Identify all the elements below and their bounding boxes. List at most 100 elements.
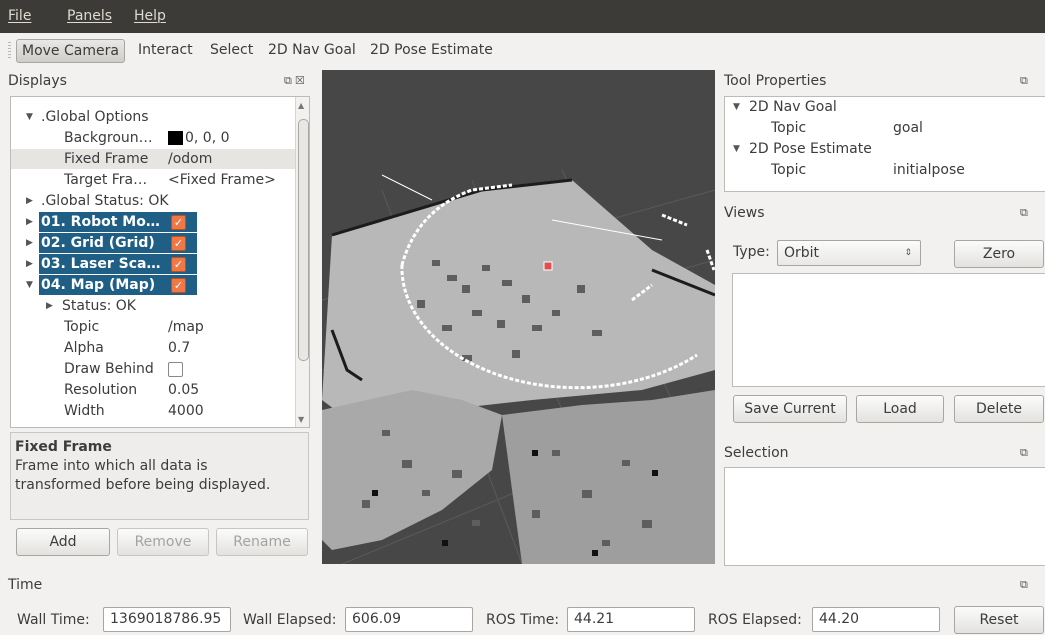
tree-label: 2D Nav Goal xyxy=(749,99,837,115)
tree-map-topic[interactable]: Topic /map xyxy=(11,317,295,337)
prop-key: Resolution xyxy=(64,382,138,398)
prop-key: Alpha xyxy=(64,340,104,356)
tree-map-status[interactable]: ▶ Status: OK xyxy=(11,296,295,316)
tree-map-alpha[interactable]: Alpha 0.7 xyxy=(11,338,295,358)
map-render-canvas[interactable] xyxy=(322,70,715,564)
prop-value: 0, 0, 0 xyxy=(185,130,230,146)
delete-button[interactable]: Delete xyxy=(954,395,1044,423)
add-display-button[interactable]: Add xyxy=(16,528,110,556)
prop-value[interactable]: initialpose xyxy=(893,160,965,180)
prop-value[interactable]: 0.05 xyxy=(168,380,199,400)
help-title: Fixed Frame xyxy=(15,439,112,455)
tree-global-status[interactable]: ▶ .Global Status: OK xyxy=(11,191,295,211)
time-float-icon[interactable]: ⧉ xyxy=(1020,578,1031,592)
menu-file[interactable]: File xyxy=(8,8,31,24)
prop-key: Topic xyxy=(771,162,807,178)
tool-prop-pose-topic[interactable]: Topic initialpose xyxy=(725,160,1009,180)
load-button[interactable]: Load xyxy=(856,395,944,423)
remove-display-button[interactable]: Remove xyxy=(117,528,209,556)
expand-arrow-icon[interactable]: ▶ xyxy=(26,191,33,211)
checkbox-unchecked-icon[interactable] xyxy=(168,362,183,377)
menu-help[interactable]: Help xyxy=(134,8,166,24)
expand-arrow-icon[interactable]: ▶ xyxy=(26,254,33,274)
ros-time-field[interactable]: 44.21 xyxy=(567,607,695,632)
wall-elapsed-field[interactable]: 606.09 xyxy=(345,607,473,632)
views-type-label: Type: xyxy=(733,244,770,260)
prop-key: Backgroun… xyxy=(64,130,153,146)
prop-value[interactable]: /odom xyxy=(168,149,212,169)
tree-robot-model[interactable]: ▶ 01. Robot Mo… ✓ xyxy=(11,212,295,232)
checkbox-checked-icon[interactable]: ✓ xyxy=(171,257,186,272)
scroll-down-icon[interactable]: ▼ xyxy=(298,415,304,424)
scroll-thumb[interactable] xyxy=(298,119,309,361)
prop-value[interactable]: 4000 xyxy=(168,401,204,421)
spinner-icon: ⇕ xyxy=(904,248,912,258)
expand-arrow-icon[interactable]: ▶ xyxy=(46,296,53,316)
tree-laser-scan[interactable]: ▶ 03. Laser Sca… ✓ xyxy=(11,254,295,274)
help-box: Fixed Frame Frame into which all data is… xyxy=(10,432,309,520)
prop-value[interactable]: goal xyxy=(893,118,923,138)
ros-elapsed-field[interactable]: 44.20 xyxy=(812,607,940,632)
prop-key: Draw Behind xyxy=(64,361,154,377)
prop-key: Topic xyxy=(771,120,807,136)
tool-prop-nav-goal[interactable]: ▼ 2D Nav Goal xyxy=(725,97,1009,117)
expand-arrow-icon[interactable]: ▼ xyxy=(26,107,33,127)
prop-value[interactable]: <Fixed Frame> xyxy=(168,170,276,190)
tree-target-frame[interactable]: Target Fra… <Fixed Frame> xyxy=(11,170,295,190)
views-list[interactable] xyxy=(732,273,1045,387)
display-label: 04. Map (Map) xyxy=(39,275,169,295)
tree-label: 2D Pose Estimate xyxy=(749,141,872,157)
robot-model xyxy=(543,261,553,271)
scroll-up-icon[interactable]: ▲ xyxy=(298,101,304,110)
prop-key: Fixed Frame xyxy=(64,151,149,167)
menu-panels[interactable]: Panels xyxy=(67,8,112,24)
help-text-line2: transformed before being displayed. xyxy=(15,477,271,493)
reset-button[interactable]: Reset xyxy=(954,606,1044,634)
checkbox-checked-icon[interactable]: ✓ xyxy=(171,278,186,293)
tree-map[interactable]: ▼ 04. Map (Map) ✓ xyxy=(11,275,295,295)
tree-background[interactable]: Backgroun… 0, 0, 0 xyxy=(11,128,295,148)
rename-display-button[interactable]: Rename xyxy=(216,528,308,556)
expand-arrow-icon[interactable]: ▼ xyxy=(26,275,33,295)
tree-map-width[interactable]: Width 4000 xyxy=(11,401,295,421)
interact-tool[interactable]: Interact xyxy=(133,39,198,61)
zero-button[interactable]: Zero xyxy=(954,240,1044,268)
pose-estimate-tool[interactable]: 2D Pose Estimate xyxy=(365,39,498,61)
expand-arrow-icon[interactable]: ▶ xyxy=(26,212,33,232)
expand-arrow-icon[interactable]: ▶ xyxy=(26,233,33,253)
tree-label: .Global Status: OK xyxy=(41,193,169,209)
wall-elapsed-label: Wall Elapsed: xyxy=(243,612,337,628)
tree-map-draw-behind[interactable]: Draw Behind xyxy=(11,359,295,379)
save-current-button[interactable]: Save Current xyxy=(733,395,847,423)
views-float-icon[interactable]: ⧉ xyxy=(1020,206,1031,220)
wall-time-field[interactable]: 1369018786.95 xyxy=(103,607,231,632)
checkbox-checked-icon[interactable]: ✓ xyxy=(171,215,186,230)
tree-scrollbar[interactable]: ▲ ▼ xyxy=(295,97,309,427)
color-swatch[interactable] xyxy=(168,131,183,145)
tree-global-options[interactable]: ▼ .Global Options xyxy=(11,107,295,127)
toolbar-grip[interactable] xyxy=(8,42,11,60)
laser-scan-segment xyxy=(705,249,715,271)
prop-value[interactable]: /map xyxy=(168,317,204,337)
prop-value[interactable]: 0.7 xyxy=(168,338,190,358)
expand-arrow-icon[interactable]: ▼ xyxy=(733,139,740,159)
selection-list[interactable] xyxy=(724,467,1045,566)
tree-grid[interactable]: ▶ 02. Grid (Grid) ✓ xyxy=(11,233,295,253)
tool-prop-nav-topic[interactable]: Topic goal xyxy=(725,118,1009,138)
tree-map-resolution[interactable]: Resolution 0.05 xyxy=(11,380,295,400)
move-camera-tool[interactable]: Move Camera xyxy=(16,39,125,63)
3d-viewport[interactable] xyxy=(322,70,715,564)
select-tool[interactable]: Select xyxy=(205,39,258,61)
nav-goal-tool[interactable]: 2D Nav Goal xyxy=(263,39,361,61)
tool-prop-pose-estimate[interactable]: ▼ 2D Pose Estimate xyxy=(725,139,1009,159)
selection-float-icon[interactable]: ⧉ xyxy=(1020,446,1031,460)
tree-fixed-frame[interactable]: Fixed Frame /odom xyxy=(11,149,295,169)
tool-properties-float-icon[interactable]: ⧉ xyxy=(1020,74,1031,88)
display-label: 03. Laser Sca… xyxy=(39,254,169,274)
checkbox-checked-icon[interactable]: ✓ xyxy=(171,236,186,251)
map-free-space xyxy=(322,180,715,430)
help-text-line1: Frame into which all data is xyxy=(15,458,208,474)
expand-arrow-icon[interactable]: ▼ xyxy=(733,97,740,117)
views-type-select[interactable]: Orbit ⇕ xyxy=(777,240,921,266)
displays-float-close-icon[interactable]: ⧉☒ xyxy=(284,74,308,88)
